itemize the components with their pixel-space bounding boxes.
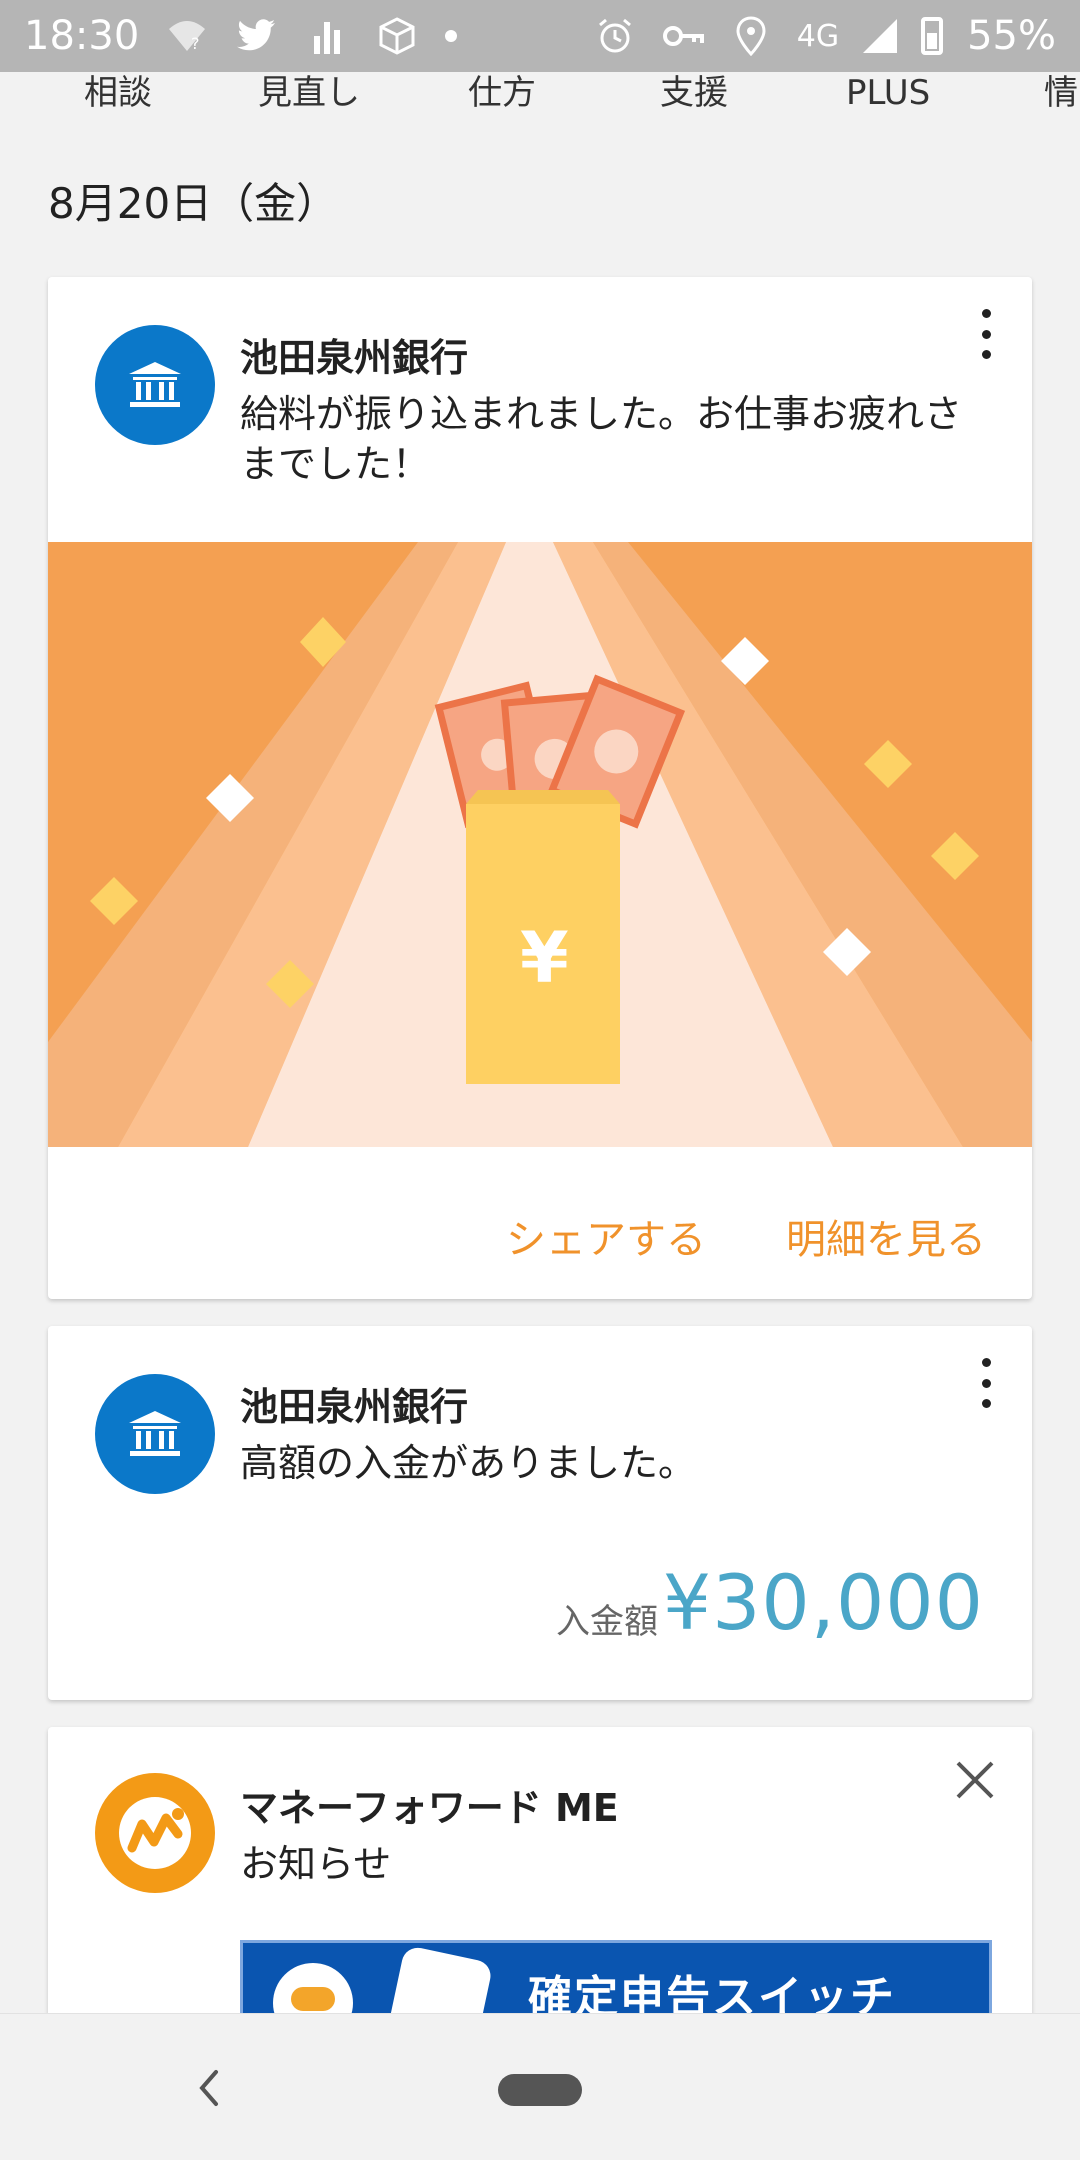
moneyforward-logo-icon xyxy=(95,1773,215,1893)
moneyforward-notice-card: マネーフォワード ME お知らせ 確定申告スイッチ xyxy=(48,1727,1032,2027)
bank-avatar xyxy=(95,325,215,445)
notification-dot-icon xyxy=(445,30,458,42)
tab-support[interactable]: 支援 xyxy=(660,72,728,128)
tab-review[interactable]: 見直し xyxy=(258,72,360,128)
more-options-icon[interactable] xyxy=(974,1358,998,1408)
more-options-icon[interactable] xyxy=(974,309,998,359)
chart-icon xyxy=(305,14,349,58)
bank-icon xyxy=(129,1411,181,1456)
battery-percent: 55% xyxy=(967,13,1056,59)
svg-text:?: ? xyxy=(191,34,200,53)
card-title: マネーフォワード ME xyxy=(240,1786,619,1830)
location-icon xyxy=(729,14,773,58)
home-pill-button[interactable] xyxy=(498,2074,582,2106)
tab-consultation[interactable]: 相談 xyxy=(84,72,152,128)
signal-icon xyxy=(863,19,898,53)
status-time: 18:30 xyxy=(24,13,140,59)
close-icon[interactable] xyxy=(952,1757,998,1803)
share-button[interactable]: シェアする xyxy=(506,1207,706,1265)
twitter-icon xyxy=(235,14,279,58)
key-icon xyxy=(661,14,705,58)
card-message: 高額の入金がありました。 xyxy=(240,1441,697,1485)
back-icon[interactable] xyxy=(188,2062,228,2114)
deposit-notification-card: 池田泉州銀行 高額の入金がありました。 入金額 ¥30,000 xyxy=(48,1326,1032,1700)
battery-icon xyxy=(921,17,944,55)
card-message: お知らせ xyxy=(240,1842,392,1886)
card-actions: シェアする 明細を見る xyxy=(48,1147,1032,1299)
card-message: 給料が振り込まれました。お仕事お疲れさまでした！ xyxy=(240,392,963,486)
card-title: 池田泉州銀行 xyxy=(240,1385,469,1429)
category-tabs: 相談 見直し 仕方 支援 PLUS 情 xyxy=(0,72,1080,128)
bank-avatar xyxy=(95,1374,215,1494)
wifi-question-icon: ? xyxy=(165,14,209,58)
yen-symbol: ¥ xyxy=(520,917,569,999)
deposit-amount-label: 入金額 xyxy=(556,1602,658,1642)
date-header: 8月20日（金） xyxy=(48,179,339,228)
alarm-icon xyxy=(593,14,637,58)
salary-notification-card: 池田泉州銀行 給料が振り込まれました。お仕事お疲れさまでした！ ¥ シェアする … xyxy=(48,277,1032,1299)
deposit-amount-value: ¥30,000 xyxy=(662,1558,984,1647)
network-type: 4G xyxy=(796,18,840,54)
salary-illustration xyxy=(48,542,1032,1147)
bank-icon xyxy=(129,362,181,407)
system-navigation-bar xyxy=(0,2013,1080,2160)
tab-plus[interactable]: PLUS xyxy=(846,72,930,128)
card-title: 池田泉州銀行 xyxy=(240,336,469,380)
status-bar: 18:30 ? 4G 55% xyxy=(0,0,1080,72)
view-details-button[interactable]: 明細を見る xyxy=(786,1207,986,1265)
box-icon xyxy=(375,14,419,58)
tab-info[interactable]: 情 xyxy=(1044,72,1078,128)
tab-method[interactable]: 仕方 xyxy=(468,72,536,128)
